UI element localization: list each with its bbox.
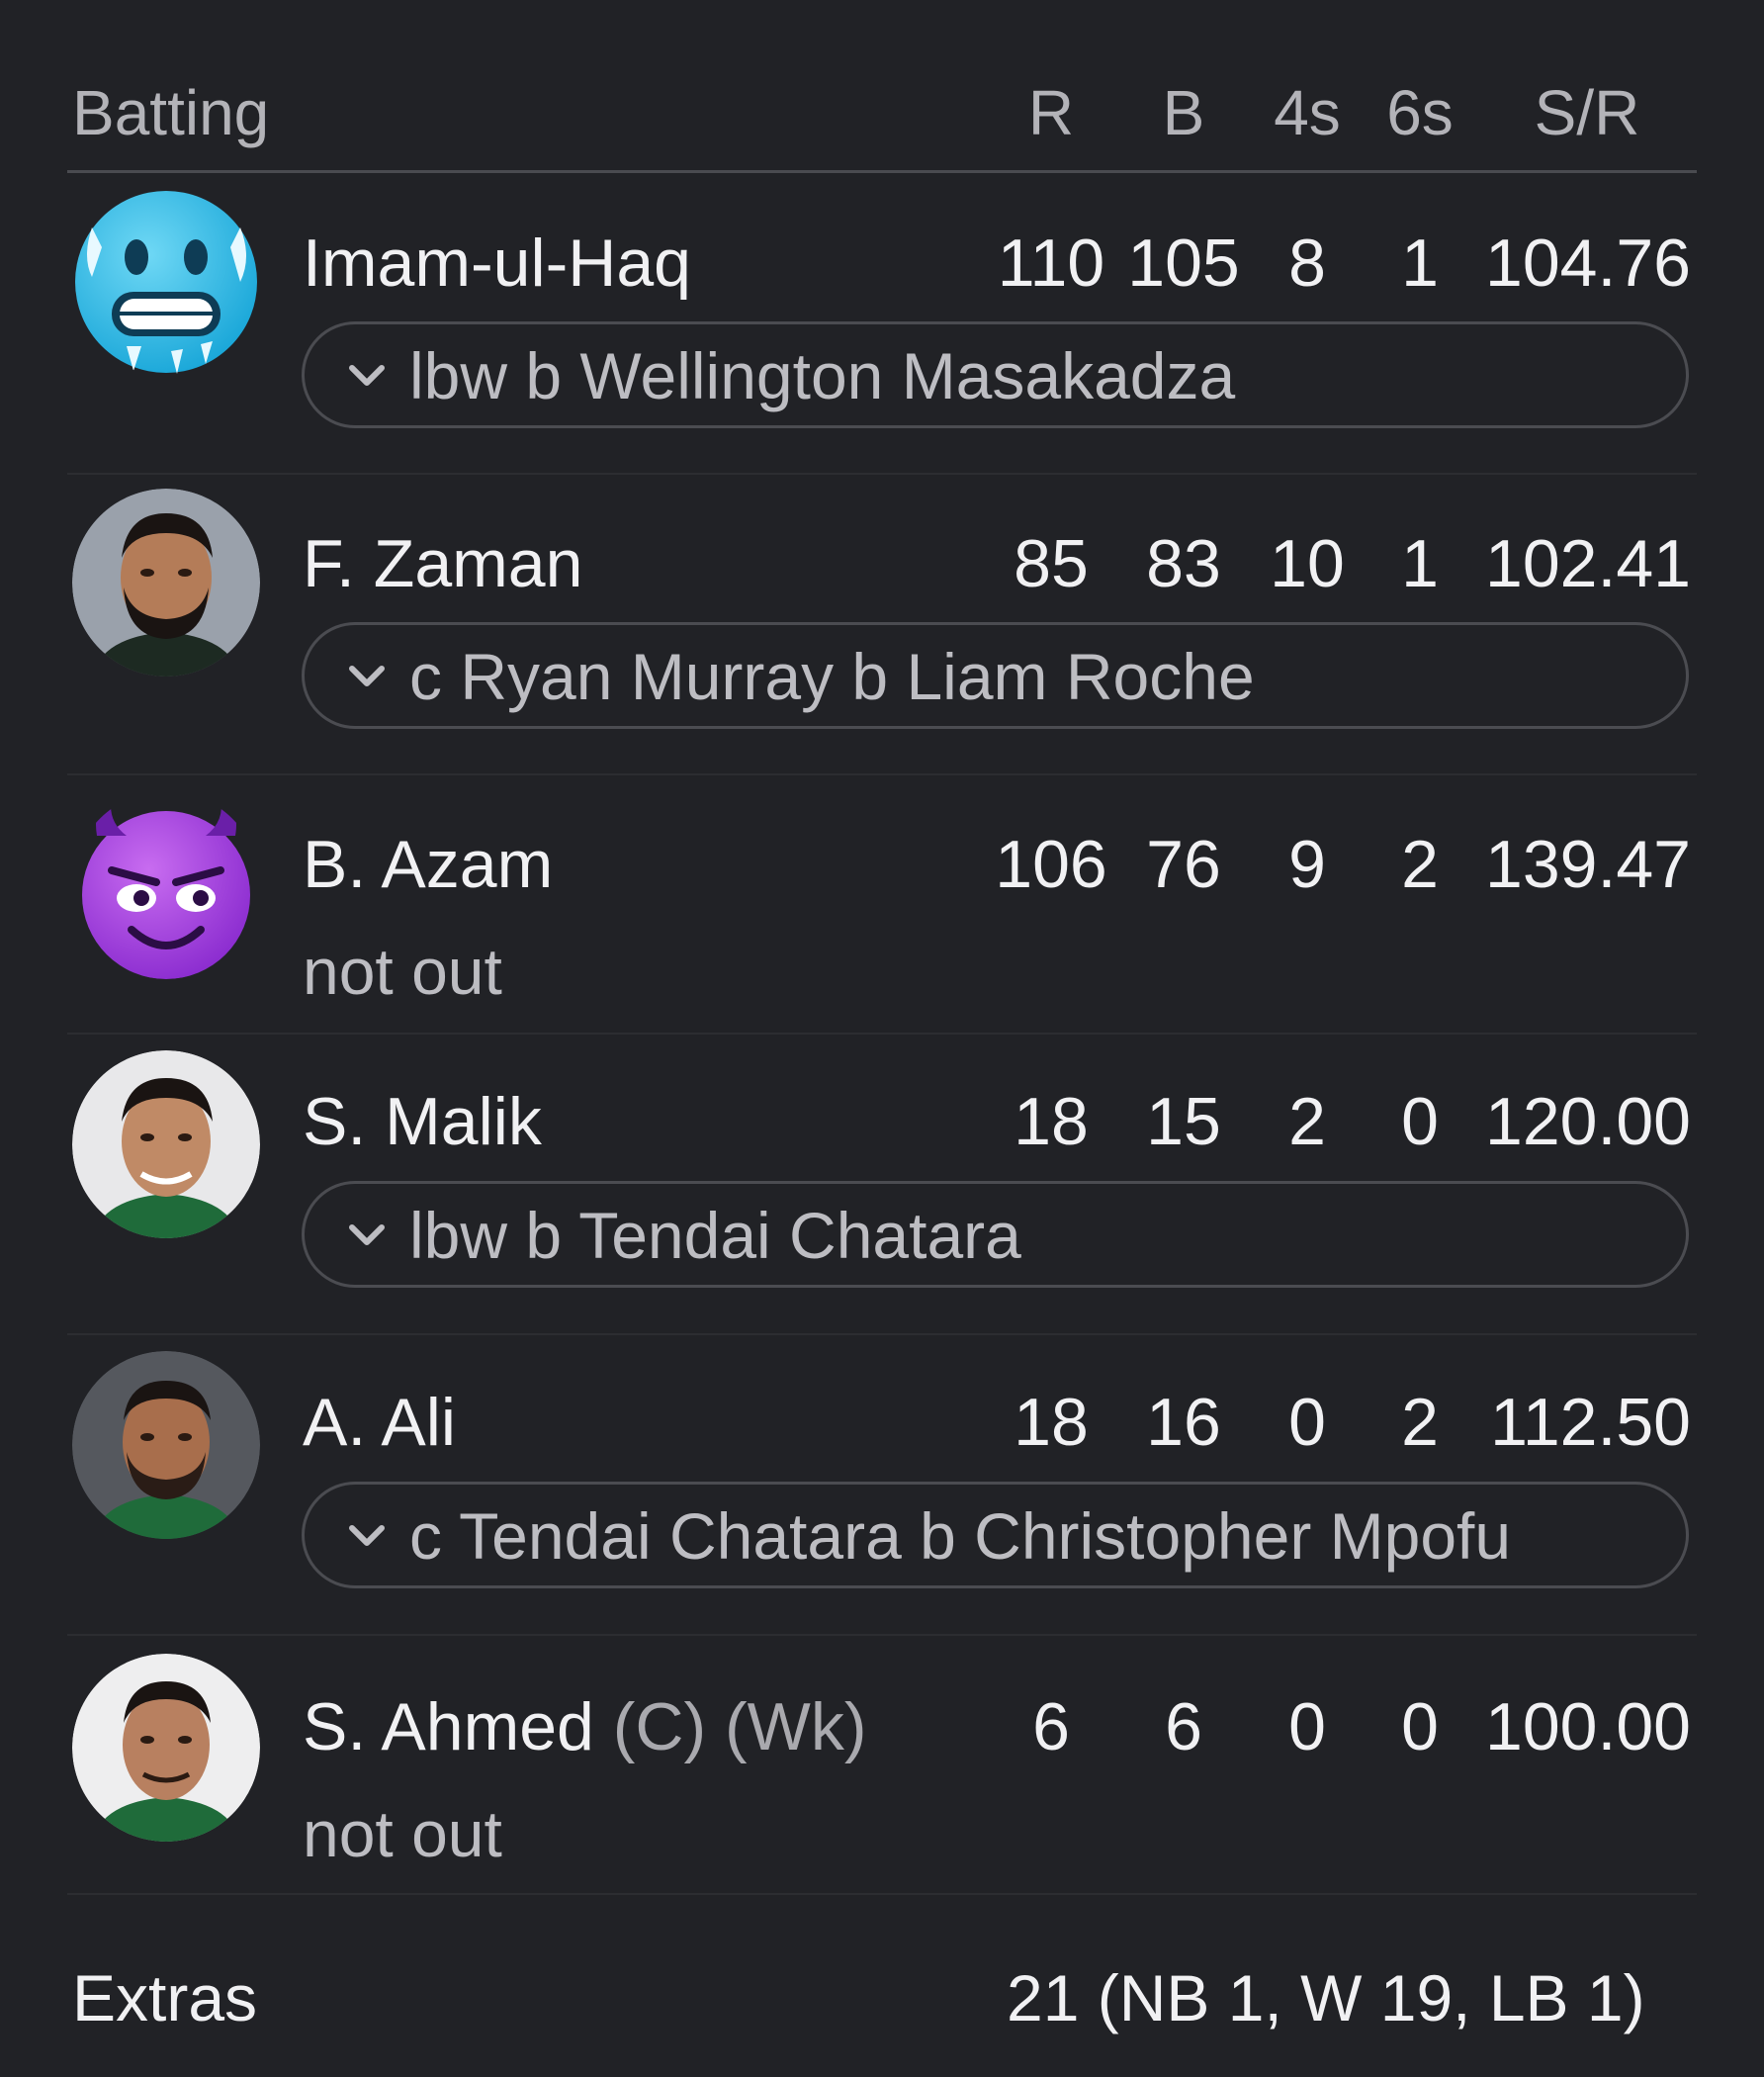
batter-name-text: B. Azam (303, 827, 554, 902)
batter-name[interactable]: F. Zaman (303, 524, 582, 603)
dismissal-expander[interactable]: lbw b Tendai Chatara (302, 1181, 1689, 1288)
chevron-down-icon (349, 1525, 385, 1546)
chevron-down-icon (349, 1224, 385, 1245)
batter-name[interactable]: A. Ali (303, 1383, 456, 1462)
batter-row[interactable]: S. Malik 18 15 2 0 120.00 lbw b Tendai C… (0, 1050, 1764, 1337)
runs-column-header: R (1027, 77, 1075, 148)
extras-value: 21 (NB 1, W 19, LB 1) (1007, 1961, 1645, 2034)
header-divider (67, 170, 1697, 173)
batter-name[interactable]: S. Ahmed (C) (Wk) (303, 1687, 867, 1766)
extras-row: Extras 21 (NB 1, W 19, LB 1) (0, 1939, 1764, 2047)
strike-rate-value: 100.00 (1485, 1689, 1691, 1764)
captain-keeper-tags: (C) (Wk) (612, 1689, 867, 1764)
balls-column-header: B (1162, 77, 1205, 148)
chevron-down-icon (349, 666, 385, 686)
dismissal-text: c Ryan Murray b Liam Roche (409, 640, 1255, 713)
strike-rate-value: 112.50 (1490, 1385, 1691, 1460)
player-photo-icon (72, 1654, 260, 1842)
batter-name-text: F. Zaman (303, 526, 583, 601)
batter-row[interactable]: F. Zaman 85 83 10 1 102.41 c Ryan Murray… (0, 489, 1764, 775)
dismissal-text: lbw b Wellington Masakadza (409, 339, 1236, 412)
batter-row[interactable]: B. Azam 106 76 9 2 139.47 not out (0, 791, 1764, 1029)
strike-rate-column-header: S/R (1534, 77, 1640, 148)
batter-row[interactable]: Imam-ul-Haq 110 105 8 1 104.76 lbw b Wel… (0, 188, 1764, 475)
dismissal-text: not out (303, 1797, 502, 1870)
strike-rate-value: 104.76 (1485, 226, 1691, 301)
batter-name[interactable]: S. Malik (303, 1082, 542, 1161)
dismissal-text: not out (303, 935, 502, 1008)
fours-column-header: 4s (1274, 77, 1341, 148)
row-divider (67, 1893, 1697, 1895)
row-divider (67, 1033, 1697, 1035)
dismissal-expander[interactable]: c Ryan Murray b Liam Roche (302, 622, 1689, 729)
batter-name-text: S. Malik (303, 1084, 542, 1159)
player-photo-icon (72, 489, 260, 677)
player-photo-icon (72, 1351, 260, 1539)
row-divider (67, 1333, 1697, 1335)
batter-name[interactable]: B. Azam (303, 825, 553, 904)
smiling-devil-emoji-icon (72, 791, 260, 979)
batter-row[interactable]: A. Ali 18 16 0 2 112.50 c Tendai Chatara… (0, 1351, 1764, 1638)
dismissal-expander[interactable]: lbw b Wellington Masakadza (302, 321, 1689, 428)
batting-header-label: Batting (72, 77, 270, 148)
batter-name-text: Imam-ul-Haq (303, 226, 691, 301)
row-divider (67, 473, 1697, 475)
batter-name[interactable]: Imam-ul-Haq (303, 224, 691, 303)
strike-rate-value: 102.41 (1485, 526, 1691, 601)
row-divider (67, 773, 1697, 775)
player-photo-icon (72, 1050, 260, 1238)
dismissal-expander[interactable]: c Tendai Chatara b Christopher Mpofu (302, 1482, 1689, 1588)
batter-name-text: A. Ali (303, 1385, 456, 1460)
batter-row[interactable]: S. Ahmed (C) (Wk) 6 6 0 0 100.00 not out (0, 1654, 1764, 1891)
dismissal-text: c Tendai Chatara b Christopher Mpofu (409, 1499, 1512, 1573)
scorecard-header: Batting R B 4s 6s S/R (0, 0, 1764, 173)
extras-label: Extras (72, 1961, 258, 2034)
batter-name-text: S. Ahmed (303, 1689, 594, 1764)
cold-face-emoji-icon (72, 188, 260, 376)
batting-scorecard: Batting R B 4s 6s S/R Imam-ul-Haq 110 10… (0, 0, 1764, 2077)
row-divider (67, 1634, 1697, 1636)
strike-rate-value: 139.47 (1485, 827, 1691, 902)
strike-rate-value: 120.00 (1485, 1084, 1691, 1159)
sixes-column-header: 6s (1386, 77, 1454, 148)
dismissal-text: lbw b Tendai Chatara (409, 1199, 1021, 1272)
chevron-down-icon (349, 365, 385, 386)
